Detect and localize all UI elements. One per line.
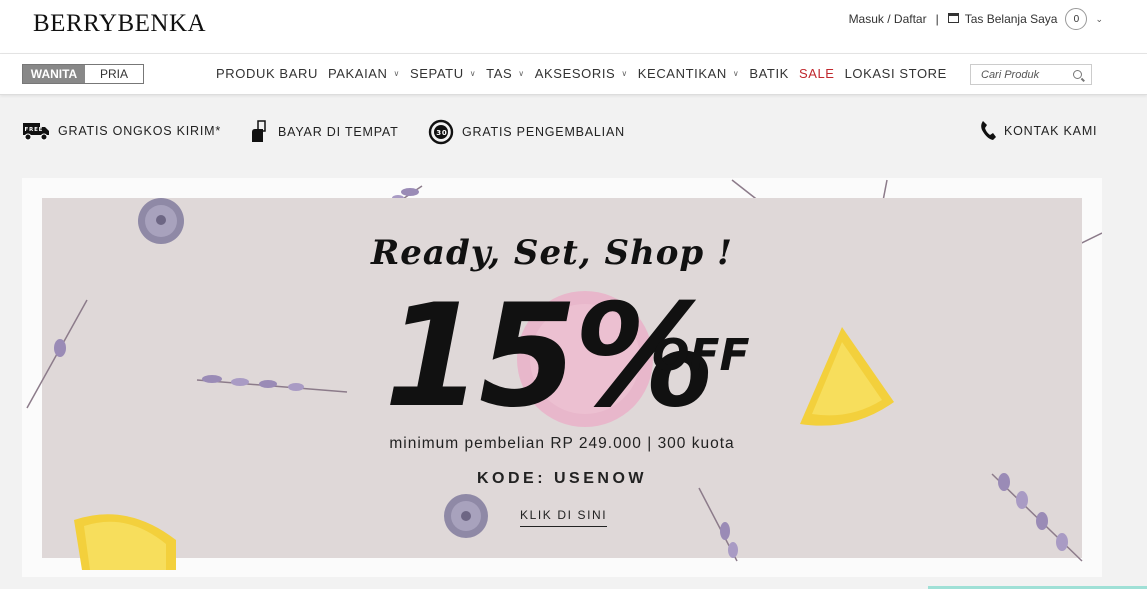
discount-off-label: OFF	[652, 330, 750, 381]
nav-label: LOKASI STORE	[844, 66, 947, 81]
nav-label: SEPATU	[410, 66, 464, 81]
nav-item-kecantikan[interactable]: KECANTIKAN ∨	[638, 66, 740, 81]
benefit-returns[interactable]: 30 GRATIS PENGEMBALIAN	[428, 119, 625, 145]
benefit-label: GRATIS ONGKOS KIRIM*	[58, 124, 222, 138]
lavender-sprig-image	[26, 299, 88, 409]
svg-text:30: 30	[436, 129, 447, 137]
hand-card-icon	[252, 120, 266, 142]
nav-item-batik[interactable]: BATIK	[749, 66, 789, 81]
promo-code: KODE: USENOW	[477, 470, 647, 487]
search-input[interactable]	[971, 65, 1071, 84]
chevron-down-icon: ∨	[732, 69, 740, 78]
benefit-label: KONTAK KAMI	[1004, 124, 1098, 138]
divider: |	[935, 12, 939, 26]
lavender-sprig-image	[196, 375, 348, 393]
account-area: Masuk / Daftar | Tas Belanja Saya 0 ⌄	[849, 8, 1103, 30]
search-box	[970, 64, 1092, 85]
truck-icon: FREE	[23, 123, 49, 141]
search-icon[interactable]	[1073, 70, 1082, 79]
nav-item-sepatu[interactable]: SEPATU ∨	[410, 66, 476, 81]
benefit-label: GRATIS PENGEMBALIAN	[462, 125, 625, 139]
lavender-sprig-image	[698, 487, 738, 562]
contact-us-link[interactable]: KONTAK KAMI	[980, 120, 1097, 142]
benefit-cod[interactable]: BAYAR DI TEMPAT	[250, 120, 399, 144]
gender-pria-tab[interactable]: PRIA	[85, 65, 143, 83]
chevron-down-icon[interactable]: ⌄	[1095, 14, 1103, 25]
nav-item-produk-baru[interactable]: PRODUK BARU	[216, 66, 318, 81]
banner-headline: Ready, Set, Shop !	[371, 233, 733, 273]
nav-label: PAKAIAN	[327, 66, 388, 81]
chevron-down-icon: ∨	[393, 69, 401, 78]
click-here-link[interactable]: KLIK DI SINI	[520, 508, 608, 527]
chevron-down-icon: ∨	[621, 69, 628, 78]
chevron-down-icon: ∨	[518, 69, 525, 78]
gender-wanita-tab[interactable]: WANITA	[23, 65, 85, 83]
nav-label: TAS	[486, 66, 513, 81]
gender-toggle: WANITA PRIA	[22, 64, 144, 84]
cart-count-badge[interactable]: 0	[1065, 8, 1088, 30]
return-30-icon: 30	[428, 119, 454, 145]
benefit-label: BAYAR DI TEMPAT	[278, 125, 399, 139]
login-register-link[interactable]: Masuk / Daftar	[849, 12, 927, 26]
lemon-slice-image	[74, 514, 176, 570]
nav-item-tas[interactable]: TAS ∨	[486, 66, 525, 81]
main-navbar: WANITA PRIA PRODUK BARU PAKAIAN ∨ SEPATU ∨…	[0, 54, 1147, 95]
nav-label: SALE	[798, 66, 835, 81]
nav-label: PRODUK BARU	[216, 66, 318, 81]
minimum-purchase-text: minimum pembelian RP 249.000 | 300 kuota	[389, 435, 735, 452]
nav-item-pakaian[interactable]: PAKAIAN ∨	[328, 66, 400, 81]
chevron-down-icon: ∨	[469, 69, 477, 78]
top-header: BERRYBENKA Masuk / Daftar | Tas Belanja …	[0, 0, 1147, 54]
shopping-bag-link[interactable]: Tas Belanja Saya	[965, 12, 1058, 26]
promo-banner-frame[interactable]: Ready, Set, Shop ! 15% OFF minimum pembe…	[22, 178, 1102, 577]
benefit-free-shipping[interactable]: FREE GRATIS ONGKOS KIRIM*	[22, 120, 221, 142]
svg-text:FREE: FREE	[25, 127, 44, 133]
nav-label: KECANTIKAN	[637, 66, 727, 81]
nav-item-aksesoris[interactable]: AKSESORIS ∨	[535, 66, 628, 81]
category-menu: PRODUK BARU PAKAIAN ∨ SEPATU ∨ TAS ∨ AKSESO…	[216, 66, 957, 81]
nav-label: BATIK	[749, 66, 789, 81]
nav-item-sale[interactable]: SALE	[799, 66, 835, 81]
lemon-slice-image	[800, 327, 894, 426]
nav-label: AKSESORIS	[534, 66, 616, 81]
benefits-strip: FREE GRATIS ONGKOS KIRIM* BAYAR DI TEMPA…	[0, 118, 1147, 148]
blueberry-image	[444, 494, 488, 538]
phone-icon	[981, 121, 996, 140]
shopping-bag-icon[interactable]	[947, 13, 959, 23]
site-logo[interactable]: BERRYBENKA	[33, 10, 206, 38]
nav-item-lokasi-store[interactable]: LOKASI STORE	[845, 66, 947, 81]
